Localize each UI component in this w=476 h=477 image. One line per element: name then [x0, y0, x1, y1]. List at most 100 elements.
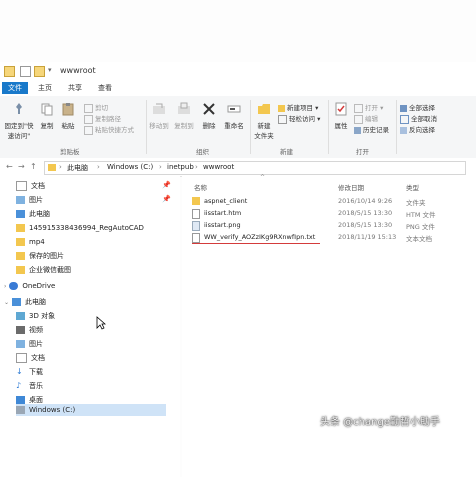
new-folder-button[interactable]: 新建 文件夹 [252, 102, 276, 140]
move-to-button[interactable]: 移动到 [148, 102, 170, 130]
copy-path-icon [84, 114, 93, 124]
group-separator [328, 100, 329, 154]
copy-path-button[interactable]: 复制路径 [84, 113, 121, 124]
nav-item-videos[interactable]: 视频 [16, 324, 43, 336]
paste-shortcut-button[interactable]: 粘贴快捷方式 [84, 124, 134, 135]
pin-icon [16, 103, 22, 114]
highlight-underline [192, 243, 320, 244]
edit-icon [354, 114, 363, 124]
select-all-button[interactable]: 全部选择 [400, 102, 435, 112]
nav-item-downloads[interactable]: ↓ 下载 [16, 366, 43, 378]
address-bar: ← → ↑ › 此电脑 › Windows (C:) › inetpub › w… [0, 158, 476, 177]
nav-item-this-pc-section[interactable]: ⌄ 此电脑 [4, 296, 46, 308]
edit-button[interactable]: 编辑 [354, 113, 378, 124]
pin-icon[interactable]: 📌 [162, 195, 171, 203]
txt-file-icon [192, 233, 200, 243]
paste-button[interactable]: 粘贴 [58, 102, 78, 130]
column-header-type[interactable]: 类型 [406, 182, 419, 192]
history-button[interactable]: 历史记录 [354, 124, 389, 134]
group-label-clipboard: 剪贴板 [60, 148, 80, 156]
chevron-down-icon[interactable]: ⌄ [4, 299, 9, 306]
new-item-icon [278, 104, 285, 112]
rename-button[interactable]: 重命名 [222, 102, 246, 130]
address-box[interactable]: › 此电脑 › Windows (C:) › inetpub › wwwroot [44, 161, 466, 175]
file-row-iisstart-png[interactable]: iisstart.png 2018/5/15 13:30 PNG 文件 [190, 221, 470, 232]
folder-icon [16, 238, 25, 246]
nav-item-pictures[interactable]: 图片 [16, 194, 43, 206]
file-date: 2016/10/14 9:26 [338, 197, 393, 205]
properties-icon [335, 102, 347, 116]
group-separator [396, 100, 397, 154]
nav-item-wecom-screenshots[interactable]: 企业微信截图 [16, 264, 71, 276]
copy-button[interactable]: 复制 [38, 102, 56, 130]
pictures-icon [16, 196, 25, 204]
file-type: 文本文档 [406, 235, 432, 243]
new-folder-icon[interactable] [34, 66, 45, 77]
tab-share[interactable]: 共享 [62, 82, 88, 94]
select-none-icon [400, 114, 409, 124]
quick-access-dropdown-icon[interactable]: ▾ [48, 66, 52, 74]
column-header-name[interactable]: 名称 [194, 182, 207, 192]
forward-arrow-icon[interactable]: → [18, 162, 25, 171]
file-name: iisstart.htm [204, 209, 242, 217]
mouse-cursor-icon [96, 316, 106, 330]
select-none-button[interactable]: 全部取消 [400, 113, 437, 124]
title-bar: ▾ wwwroot [0, 62, 476, 80]
nav-item-pc-pictures[interactable]: 图片 [16, 338, 43, 350]
nav-item-onedrive[interactable]: › OneDrive [4, 280, 55, 292]
breadcrumb-separator: › [195, 163, 198, 171]
computer-icon [12, 298, 22, 306]
nav-item-mp4[interactable]: mp4 [16, 236, 45, 248]
move-to-icon [153, 103, 165, 114]
folder-icon [16, 266, 25, 274]
nav-item-pc-documents[interactable]: 文档 [16, 352, 45, 364]
sort-chevron-icon[interactable]: ^ [260, 174, 265, 181]
music-note-icon: ♪ [16, 381, 22, 390]
navigation-pane: 文档 📌 图片 📌 此电脑 1459153384369​94_RegAutoCA… [0, 176, 180, 477]
nav-item-regautocad[interactable]: 1459153384369​94_RegAutoCAD [16, 222, 144, 234]
folder-icon [16, 252, 25, 260]
group-separator [146, 100, 147, 154]
cut-button[interactable]: 剪切 [84, 102, 108, 113]
paste-shortcut-icon [84, 125, 93, 135]
column-header-date[interactable]: 修改日期 [338, 182, 364, 192]
copy-to-button[interactable]: 复制到 [173, 102, 195, 130]
breadcrumb-wwwroot[interactable]: wwwroot [203, 163, 234, 171]
pin-icon[interactable]: 📌 [162, 181, 171, 189]
new-folder-icon [258, 104, 270, 114]
chevron-right-icon[interactable]: › [4, 283, 6, 290]
folder-icon [16, 224, 25, 232]
nav-item-music[interactable]: ♪ 音乐 [16, 380, 43, 392]
breadcrumb-separator: › [159, 163, 162, 171]
breadcrumb-inetpub[interactable]: inetpub [167, 163, 194, 171]
file-row-iisstart-htm[interactable]: iisstart.htm 2018/5/15 13:30 HTM 文件 [190, 209, 470, 220]
properties-icon[interactable] [20, 66, 31, 77]
nav-item-3d-objects[interactable]: 3D 对象 [16, 310, 55, 322]
tab-home[interactable]: 主页 [32, 82, 58, 94]
properties-button[interactable]: 属性 [330, 102, 352, 130]
delete-button[interactable]: 删除 [200, 102, 218, 130]
back-arrow-icon[interactable]: ← [6, 162, 13, 171]
drive-icon [16, 406, 25, 414]
htm-file-icon [192, 209, 200, 219]
open-icon [354, 103, 363, 113]
history-icon [354, 126, 361, 134]
nav-item-windows-c[interactable]: Windows (C:) [16, 404, 166, 416]
video-icon [16, 326, 25, 334]
tab-view[interactable]: 查看 [92, 82, 118, 94]
pin-quick-access-button[interactable]: 固定到"快 速访问" [2, 102, 36, 140]
nav-item-saved-pictures[interactable]: 保存的图片 [16, 250, 64, 262]
nav-item-this-pc[interactable]: 此电脑 [16, 208, 50, 220]
up-arrow-icon[interactable]: ↑ [30, 162, 37, 171]
breadcrumb-this-pc[interactable]: 此电脑 [67, 163, 88, 173]
open-button[interactable]: 打开 ▾ [354, 102, 383, 113]
easy-access-icon [278, 114, 287, 124]
nav-item-documents[interactable]: 文档 [16, 180, 45, 192]
easy-access-button[interactable]: 轻松访问 ▾ [278, 113, 320, 124]
invert-selection-button[interactable]: 反向选择 [400, 124, 435, 134]
breadcrumb-windows-c[interactable]: Windows (C:) [107, 163, 153, 171]
file-row-aspnet-client[interactable]: aspnet_client 2016/10/14 9:26 文件夹 [190, 197, 470, 208]
group-label-open: 打开 [356, 148, 369, 156]
tab-file[interactable]: 文件 [2, 82, 28, 94]
new-item-button[interactable]: 新建项目 ▾ [278, 102, 318, 112]
